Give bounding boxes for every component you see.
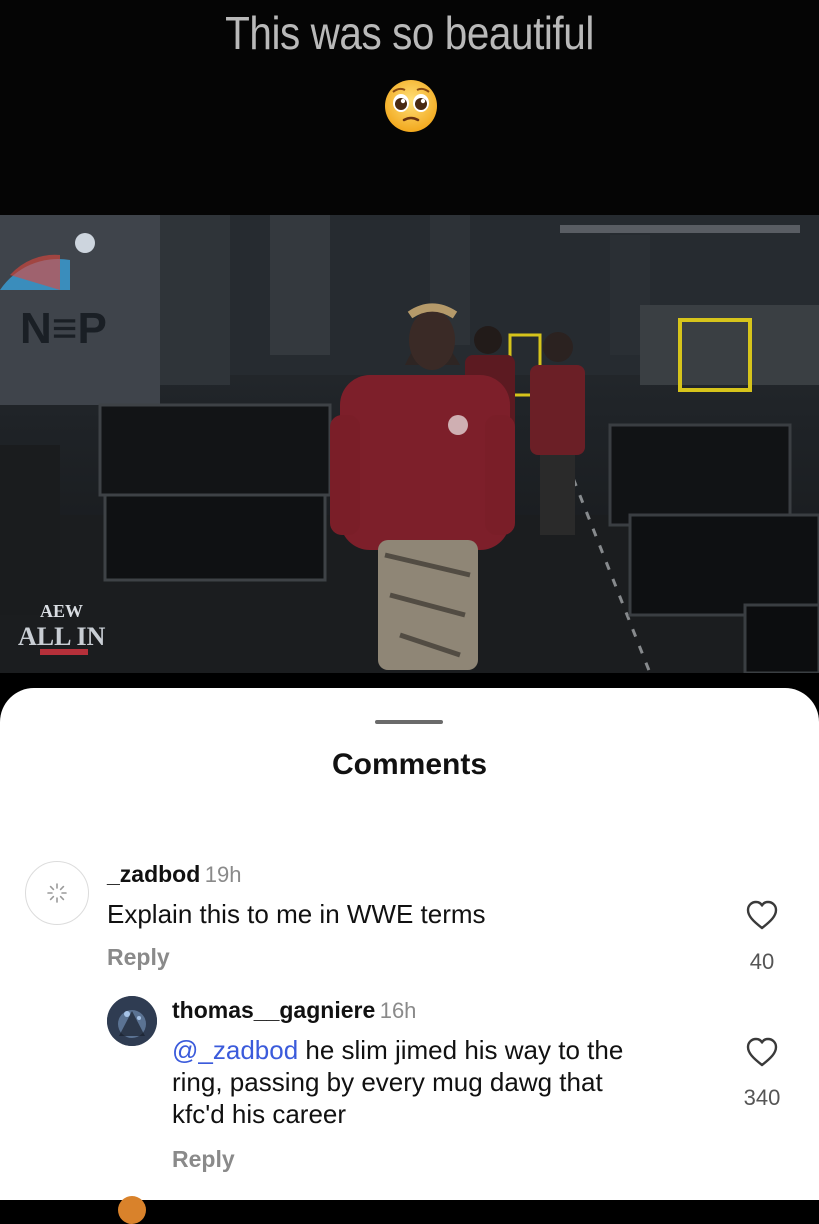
comment-text-line: kfc'd his career <box>172 1099 347 1129</box>
nep-banner-text: N≡P <box>20 304 107 353</box>
mention-link[interactable]: @_zadbod <box>172 1035 298 1065</box>
username[interactable]: thomas__gagniere <box>172 997 375 1023</box>
story-caption: This was so beautiful <box>225 7 594 59</box>
all-in-watermark: ALL IN <box>18 622 106 651</box>
pleading-face-emoji-icon <box>383 78 439 134</box>
avatar-image <box>107 996 157 1046</box>
heart-icon[interactable] <box>745 1036 779 1068</box>
comment-header: thomas__gagniere 16h <box>172 997 416 1024</box>
comment-text-line: he slim jimed his way to the <box>298 1035 624 1065</box>
comment-text: @_zadbod he slim jimed his way to the ri… <box>172 1034 732 1130</box>
reply-button[interactable]: Reply <box>172 1146 235 1173</box>
video-frame: N≡P AEW ALL IN <box>0 215 819 673</box>
comment-item-reply: thomas__gagniere 16h @_zadbod he slim ji… <box>0 688 819 1200</box>
video-player[interactable]: N≡P AEW ALL IN <box>0 215 819 673</box>
timestamp: 16h <box>379 998 417 1023</box>
aew-watermark: AEW <box>40 601 83 621</box>
comments-sheet: Comments _zadbod 19h Explain this to me … <box>0 688 819 1224</box>
like-count: 340 <box>743 1085 781 1110</box>
avatar[interactable] <box>118 1196 146 1224</box>
comment-text-line: ring, passing by every mug dawg that <box>172 1067 603 1097</box>
avatar[interactable] <box>107 996 157 1046</box>
story-caption-area: This was so beautiful <box>0 0 819 215</box>
